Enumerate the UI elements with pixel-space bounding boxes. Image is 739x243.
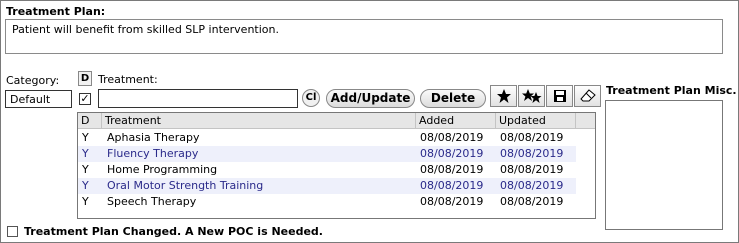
cell-added: 08/08/2019 — [420, 163, 484, 176]
cell-treatment: Speech Therapy — [107, 195, 197, 208]
treatment-plan-panel: Treatment Plan: Patient will benefit fro… — [0, 0, 739, 243]
default-checkbox[interactable]: ✓ — [79, 93, 91, 105]
category-field[interactable]: Default — [5, 90, 72, 108]
cell-updated: 08/08/2019 — [500, 179, 564, 192]
table-row[interactable]: Y Speech Therapy 08/08/2019 08/08/2019 — [78, 194, 576, 210]
new-poc-label: Treatment Plan Changed. A New POC is Nee… — [24, 225, 323, 238]
treatment-plan-misc-label: Treatment Plan Misc. — [606, 84, 737, 97]
cell-added: 08/08/2019 — [420, 179, 484, 192]
cell-updated: 08/08/2019 — [500, 195, 564, 208]
cell-updated: 08/08/2019 — [500, 147, 564, 160]
add-update-button[interactable]: Add/Update — [326, 89, 415, 108]
cell-d: Y — [82, 195, 89, 208]
clear-button[interactable]: Cl — [302, 89, 320, 107]
cell-d: Y — [82, 163, 89, 176]
table-row[interactable]: Y Fluency Therapy 08/08/2019 08/08/2019 — [78, 146, 576, 162]
treatment-grid: D Treatment Added Updated Y Aphasia Ther… — [77, 112, 596, 219]
new-poc-checkbox[interactable] — [7, 226, 18, 237]
treatment-plan-textarea[interactable]: Patient will benefit from skilled SLP in… — [5, 19, 723, 54]
column-header-treatment[interactable]: Treatment — [102, 113, 416, 129]
star-icon[interactable] — [490, 85, 517, 107]
table-row[interactable]: Y Home Programming 08/08/2019 08/08/2019 — [78, 162, 576, 178]
cell-added: 08/08/2019 — [420, 131, 484, 144]
column-header-filler — [576, 113, 595, 129]
cell-added: 08/08/2019 — [420, 147, 484, 160]
delete-button[interactable]: Delete — [420, 89, 486, 108]
d-button[interactable]: D — [78, 71, 92, 86]
cell-treatment: Home Programming — [107, 163, 218, 176]
cell-updated: 08/08/2019 — [500, 163, 564, 176]
column-header-updated[interactable]: Updated — [496, 113, 576, 129]
cell-d: Y — [82, 131, 89, 144]
treatment-input[interactable] — [98, 89, 298, 108]
double-star-icon[interactable] — [518, 85, 545, 107]
column-header-added[interactable]: Added — [416, 113, 496, 129]
cell-treatment: Aphasia Therapy — [107, 131, 200, 144]
table-row[interactable]: Y Oral Motor Strength Training 08/08/201… — [78, 178, 576, 194]
cell-treatment: Oral Motor Strength Training — [107, 179, 264, 192]
cell-updated: 08/08/2019 — [500, 131, 564, 144]
treatment-toolbar — [490, 85, 602, 107]
table-row[interactable]: Y Aphasia Therapy 08/08/2019 08/08/2019 — [78, 130, 576, 146]
eraser-icon[interactable] — [574, 85, 601, 107]
cell-added: 08/08/2019 — [420, 195, 484, 208]
cell-d: Y — [82, 147, 89, 160]
cell-treatment: Fluency Therapy — [107, 147, 199, 160]
treatment-label: Treatment: — [98, 73, 158, 86]
treatment-plan-misc-textarea[interactable] — [605, 100, 723, 230]
column-header-d[interactable]: D — [78, 113, 102, 129]
cell-d: Y — [82, 179, 89, 192]
treatment-plan-label: Treatment Plan: — [6, 5, 106, 18]
category-label: Category: — [6, 74, 60, 87]
save-icon[interactable] — [546, 85, 573, 107]
